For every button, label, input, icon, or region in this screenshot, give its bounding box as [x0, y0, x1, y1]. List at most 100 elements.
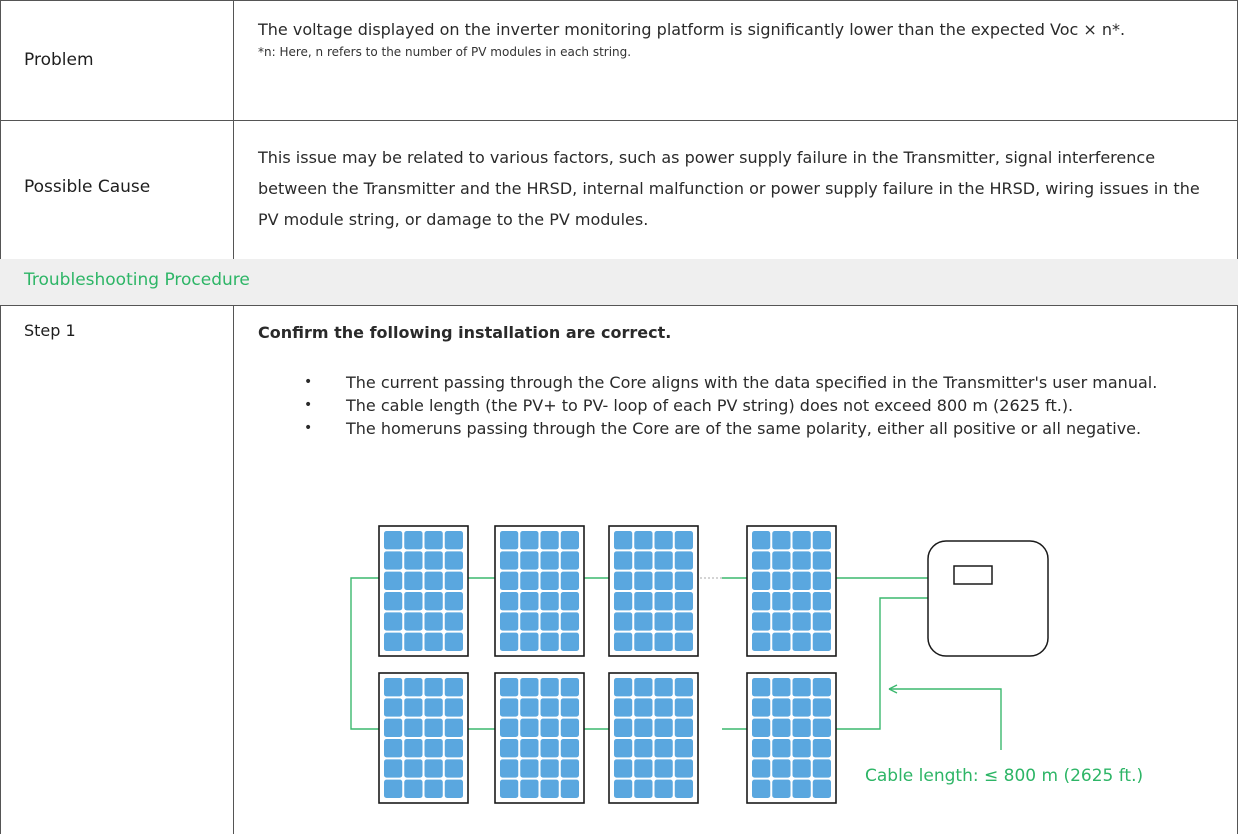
pv-cell: [674, 718, 693, 737]
pv-cell: [614, 551, 633, 570]
pv-cell: [674, 632, 693, 651]
pv-cell: [540, 592, 559, 611]
inverter-icon: [927, 540, 1049, 657]
pv-cell: [654, 779, 673, 798]
pv-cell: [634, 678, 653, 697]
pv-cell: [792, 718, 811, 737]
pv-cell: [500, 632, 519, 651]
pv-cell: [792, 779, 811, 798]
cable-length-caption: Cable length: ≤ 800 m (2625 ft.): [865, 766, 1144, 786]
pv-cell: [500, 592, 519, 611]
pv-cell: [792, 612, 811, 631]
pv-cell: [384, 718, 403, 737]
pv-cell: [384, 531, 403, 550]
pv-cell: [424, 531, 443, 550]
pv-cell: [614, 759, 633, 778]
pv-cell: [384, 592, 403, 611]
pv-cell: [404, 779, 423, 798]
pv-cell: [384, 759, 403, 778]
solar-panel-icon: [378, 672, 469, 804]
pv-cell: [634, 571, 653, 590]
pv-cell: [654, 678, 673, 697]
pv-cell: [772, 592, 791, 611]
pv-panel-array: [378, 525, 837, 804]
pv-cell: [772, 698, 791, 717]
pv-cell: [560, 612, 579, 631]
string-loop-wire: [350, 577, 379, 730]
pv-cell: [424, 678, 443, 697]
pv-cell: [752, 632, 771, 651]
pv-cell: [500, 739, 519, 758]
pv-cell: [812, 678, 831, 697]
pv-cell: [424, 759, 443, 778]
pv-cell: [520, 592, 539, 611]
pv-cell: [812, 779, 831, 798]
pv-cell: [520, 779, 539, 798]
pv-cell: [424, 632, 443, 651]
pv-cell: [384, 779, 403, 798]
pv-cell: [792, 571, 811, 590]
pv-cell: [424, 551, 443, 570]
pv-cell: [540, 531, 559, 550]
pv-cell: [384, 678, 403, 697]
pv-cell: [444, 531, 463, 550]
pv-cell: [444, 698, 463, 717]
pv-cell: [500, 779, 519, 798]
pv-cell: [384, 698, 403, 717]
pv-cell: [752, 739, 771, 758]
pv-cell: [560, 632, 579, 651]
pv-cell: [424, 718, 443, 737]
pv-cell: [752, 698, 771, 717]
pv-cell: [520, 759, 539, 778]
pv-cell: [792, 698, 811, 717]
pv-cell: [404, 632, 423, 651]
pv-cell: [674, 678, 693, 697]
pv-cell: [444, 739, 463, 758]
pv-cell: [634, 739, 653, 758]
pv-cell: [444, 592, 463, 611]
pv-cell: [560, 718, 579, 737]
arrow-icon: [888, 684, 1002, 750]
pv-cell: [500, 759, 519, 778]
pv-cell: [752, 678, 771, 697]
pv-cell: [614, 592, 633, 611]
pv-cell: [404, 551, 423, 570]
pv-cell: [752, 531, 771, 550]
pv-cell: [540, 571, 559, 590]
pv-cell: [540, 739, 559, 758]
pv-cell: [654, 698, 673, 717]
pv-cell: [614, 718, 633, 737]
pv-cell: [444, 718, 463, 737]
pv-cell: [752, 571, 771, 590]
pv-cell: [812, 759, 831, 778]
pv-cell: [560, 739, 579, 758]
pv-cell: [812, 718, 831, 737]
pv-cell: [404, 739, 423, 758]
pv-cell: [424, 612, 443, 631]
pv-cell: [772, 571, 791, 590]
pv-cell: [812, 531, 831, 550]
pv-cell: [444, 678, 463, 697]
pv-cell: [772, 718, 791, 737]
pv-cell: [424, 779, 443, 798]
pv-cell: [384, 551, 403, 570]
pv-cell: [614, 571, 633, 590]
pv-cell: [792, 592, 811, 611]
pv-cell: [674, 739, 693, 758]
pv-cell: [674, 612, 693, 631]
pv-cell: [560, 779, 579, 798]
pv-cell: [540, 612, 559, 631]
pv-cell: [772, 531, 791, 550]
pv-cell: [560, 571, 579, 590]
pv-cell: [772, 759, 791, 778]
pv-cell: [560, 678, 579, 697]
pv-cell: [614, 779, 633, 798]
pv-cell: [792, 678, 811, 697]
pv-cell: [444, 612, 463, 631]
pv-cell: [444, 571, 463, 590]
pv-cell: [674, 571, 693, 590]
pv-cell: [424, 592, 443, 611]
pv-cell: [404, 678, 423, 697]
pv-cell: [634, 551, 653, 570]
pv-cell: [634, 592, 653, 611]
